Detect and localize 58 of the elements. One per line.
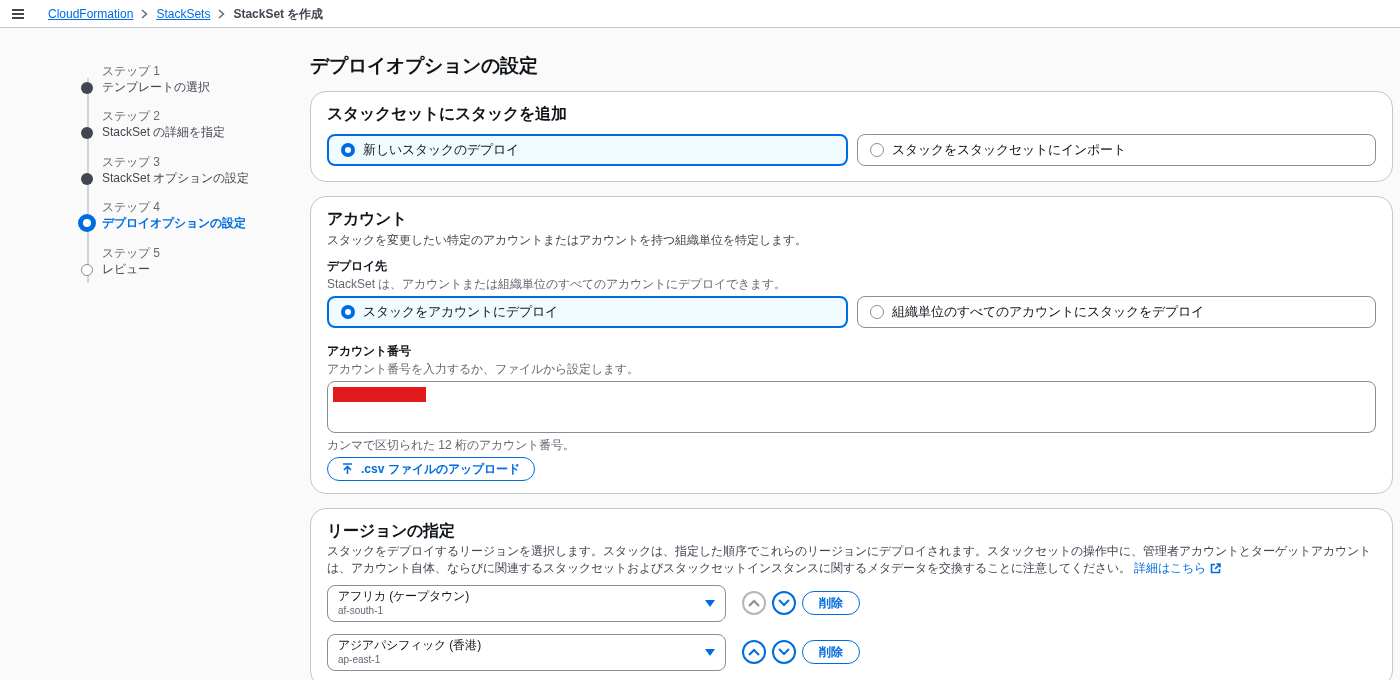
- region-select[interactable]: アフリカ (ケープタウン) af-south-1: [327, 584, 726, 622]
- learn-more-link[interactable]: 詳細はこちら: [1134, 559, 1222, 577]
- move-down-button[interactable]: [772, 640, 796, 664]
- radio-option[interactable]: 組織単位のすべてのアカウントにスタックをデプロイ: [857, 295, 1376, 328]
- account-number-textarea[interactable]: [327, 380, 1376, 433]
- chevron-up-icon: [748, 648, 760, 656]
- radio-icon: [870, 142, 884, 157]
- region-code: ap-east-1: [338, 653, 382, 666]
- chevron-up-icon: [748, 599, 760, 607]
- field-description: アカウント番号を入力するか、ファイルから設定します。: [327, 360, 640, 378]
- field-hint: カンマで区切られた 12 桁のアカウント番号。: [327, 436, 576, 454]
- chevron-right-icon: [141, 8, 149, 19]
- panel-title: アカウント: [327, 208, 408, 229]
- radio-label: 新しいスタックのデプロイ: [363, 140, 519, 159]
- chevron-down-icon: [778, 599, 790, 607]
- step-label[interactable]: レビュー: [102, 259, 160, 278]
- radio-icon: [341, 142, 355, 157]
- menu-icon[interactable]: [12, 8, 24, 19]
- caret-down-icon: [705, 648, 715, 656]
- step-label[interactable]: StackSet の詳細を指定: [102, 123, 226, 141]
- step-label[interactable]: StackSet オプションの設定: [102, 168, 250, 187]
- panel-title: スタックセットにスタックを追加: [327, 103, 568, 124]
- radio-option[interactable]: スタックをアカウントにデプロイ: [327, 295, 848, 328]
- breadcrumb-link[interactable]: CloudFormation: [48, 4, 134, 23]
- step-number: ステップ 4: [102, 200, 161, 214]
- radio-option[interactable]: 新しいスタックのデプロイ: [327, 133, 848, 166]
- page-title: デプロイオプションの設定: [310, 54, 539, 78]
- step-number: ステップ 2: [102, 109, 161, 123]
- step-label: デプロイオプションの設定: [102, 215, 246, 232]
- external-link-icon: [1210, 562, 1222, 574]
- caret-down-icon: [705, 599, 715, 607]
- panel-title: リージョンの指定: [327, 520, 456, 541]
- panel-description: スタックを変更したい特定のアカウントまたはアカウントを持つ組織単位を特定します。: [327, 231, 808, 249]
- field-label: アカウント番号: [327, 342, 412, 360]
- breadcrumb-current: StackSet を作成: [233, 5, 324, 23]
- move-up-button[interactable]: [742, 640, 766, 664]
- panel-description: スタックをデプロイするリージョンを選択します。スタックは、指定した順序でこれらのリージョンにデプロイされます。スタックセットの操作中に、管理者アカウントとターゲットアカウントは、アカウント自体、ならびに関連するスタックセットおよびスタックセットインスタンスに関するメタデータを交換することに注意してください。 詳細はこちら: [327, 542, 1372, 577]
- region-name: アフリカ (ケープタウン): [338, 589, 470, 604]
- step-number: ステップ 3: [102, 154, 161, 169]
- breadcrumb-link[interactable]: StackSets: [156, 4, 211, 23]
- upload-icon: [342, 462, 353, 475]
- radio-option[interactable]: スタックをスタックセットにインポート: [857, 133, 1376, 166]
- step-number: ステップ 1: [102, 63, 161, 78]
- move-down-button[interactable]: [772, 591, 796, 615]
- field-label: デプロイ先: [327, 257, 388, 275]
- radio-icon: [341, 304, 355, 319]
- region-select[interactable]: アジアパシフィック (香港) ap-east-1: [327, 633, 726, 671]
- radio-icon: [870, 304, 884, 319]
- radio-label: スタックをスタックセットにインポート: [892, 140, 1126, 159]
- chevron-down-icon: [778, 648, 790, 656]
- region-name: アジアパシフィック (香港): [338, 638, 482, 653]
- field-description: StackSet は、アカウントまたは組織単位のすべてのアカウントにデプロイできます。: [327, 275, 788, 293]
- step-number: ステップ 5: [102, 245, 160, 260]
- step-label[interactable]: テンプレートの選択: [102, 77, 210, 96]
- region-code: af-south-1: [338, 604, 385, 617]
- radio-label: スタックをアカウントにデプロイ: [363, 302, 558, 321]
- chevron-right-icon: [218, 8, 226, 19]
- radio-label: 組織単位のすべてのアカウントにスタックをデプロイ: [892, 302, 1204, 321]
